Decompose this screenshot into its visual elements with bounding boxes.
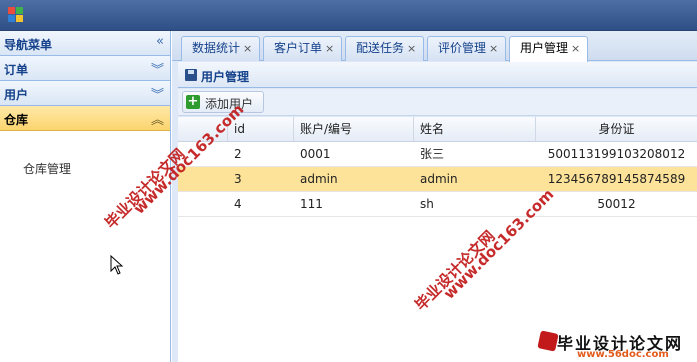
header-cell-name[interactable]: 姓名 [414,117,536,142]
watermark-brand: 毕业设计论文网 www.56doc.com [515,330,697,362]
tab-label: 配送任务 [356,41,405,55]
cell-account: 111 [300,197,323,211]
tab-label: 用户管理 [520,41,569,55]
sidebar-section-label: 订单 [4,63,29,77]
sidebar-section-orders[interactable]: 订单 ︾ [0,56,170,81]
table-header: id 账户/编号 姓名 身份证 [178,117,697,142]
cell-id-card: 50012 [597,197,636,211]
cell-id: 3 [234,172,242,186]
cell-id: 4 [234,197,242,211]
tab-user-management[interactable]: 用户管理 × [509,36,588,62]
add-icon: + [186,94,200,109]
user-table: id 账户/编号 姓名 身份证 2 0001 张三 50011319910320… [178,117,697,362]
sidebar-section-label: 仓库 [4,113,29,127]
cell-name: 张三 [420,147,445,161]
main-panel: 数据统计 × 客户订单 × 配送任务 × 评价管理 × 用户管理 × 用户管理 + 添加用… [172,31,697,362]
sidebar-section-body: 仓库管理 [0,135,170,362]
header-cell-id-card[interactable]: 身份证 [536,117,697,142]
table-row[interactable]: 2 0001 张三 500113199103208012 [178,142,697,167]
tab-label: 数据统计 [192,41,241,55]
close-icon[interactable]: × [325,42,334,55]
chevron-down-icon[interactable]: ︾ [151,59,164,78]
tab-data-stats[interactable]: 数据统计 × [181,36,260,61]
top-bar [0,0,697,31]
close-icon[interactable]: × [407,42,416,55]
chevron-up-icon[interactable]: ︽ [151,109,164,128]
table-row[interactable]: 4 111 sh 50012 [178,192,697,217]
panel-title: 用户管理 [201,70,250,84]
close-icon[interactable]: × [571,42,580,55]
cell-name: admin [420,172,458,186]
tab-review-management[interactable]: 评价管理 × [427,36,506,61]
sidebar-section-warehouse[interactable]: 仓库 ︽ [0,106,170,131]
close-icon[interactable]: × [489,42,498,55]
save-disk-icon [185,69,197,81]
sidebar-header-nav[interactable]: 导航菜单 « [0,31,170,56]
sidebar-section-label: 用户 [4,88,29,102]
chevron-down-icon[interactable]: ︾ [151,84,164,103]
tab-label: 客户订单 [274,41,323,55]
cell-id-card: 500113199103208012 [547,147,686,161]
tab-delivery-tasks[interactable]: 配送任务 × [345,36,424,61]
cell-account: 0001 [300,147,331,161]
tab-customer-orders[interactable]: 客户订单 × [263,36,342,61]
toolbar: + 添加用户 [178,89,697,116]
collapse-icon[interactable]: « [156,34,164,49]
sidebar-header-label: 导航菜单 [4,38,53,52]
cell-account: admin [300,172,338,186]
table-row-selected[interactable]: 3 admin admin 123456789145874589 [178,167,697,192]
app-logo-icon [8,7,23,22]
tab-strip: 数据统计 × 客户订单 × 配送任务 × 评价管理 × 用户管理 × [172,31,697,62]
close-icon[interactable]: × [243,42,252,55]
sidebar-item-warehouse-management[interactable]: 仓库管理 [23,160,71,177]
brand-logo-icon [537,330,559,352]
header-cell-account[interactable]: 账户/编号 [294,117,414,142]
panel-header: 用户管理 [178,62,697,88]
sidebar-section-users[interactable]: 用户 ︾ [0,81,170,106]
mouse-cursor-icon [110,255,124,275]
cell-id-card: 123456789145874589 [547,172,686,186]
add-user-button[interactable]: + 添加用户 [182,91,264,113]
cell-id: 2 [234,147,242,161]
tab-label: 评价管理 [438,41,487,55]
brand-url: www.56doc.com [577,349,669,360]
